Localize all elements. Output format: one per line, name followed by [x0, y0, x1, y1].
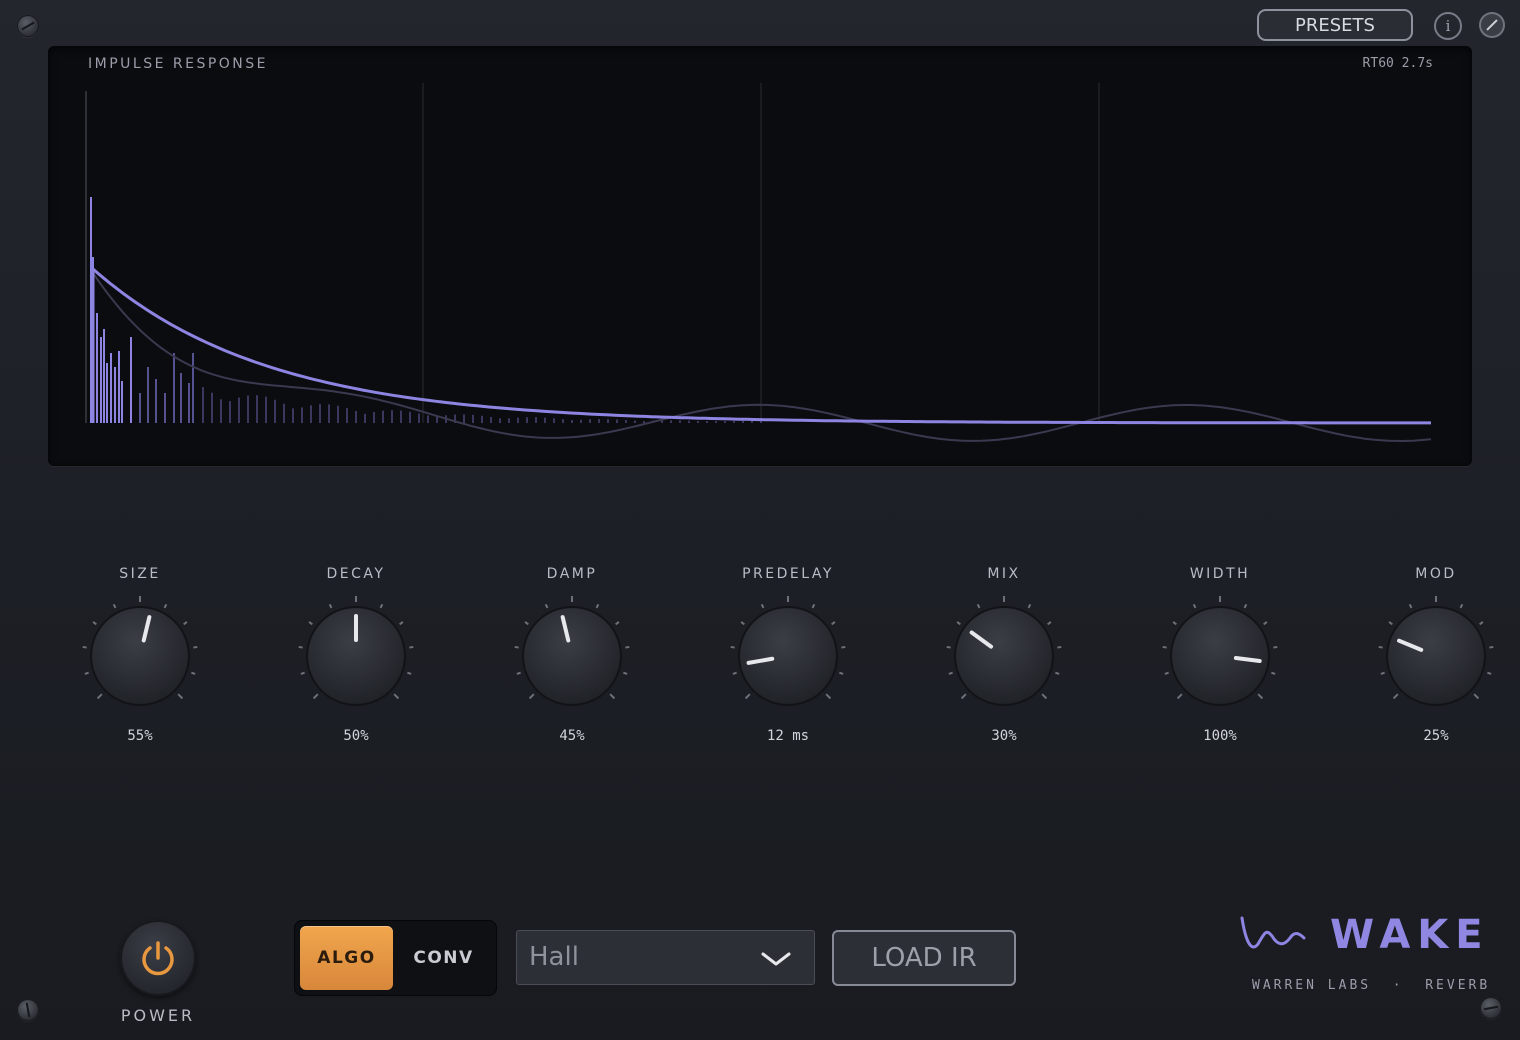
knob-value: 30% — [991, 728, 1017, 744]
mode-algo-button[interactable]: ALGO — [300, 926, 393, 990]
knob-width[interactable]: WIDTH 100% — [1140, 566, 1300, 756]
knob-dial[interactable] — [1376, 590, 1496, 722]
knob-label: MOD — [1415, 566, 1457, 582]
knob-label: DAMP — [546, 566, 598, 582]
knob-decay[interactable]: DECAY 50% — [276, 566, 436, 756]
impulse-response-display: IMPULSE RESPONSE RT60 2.7s — [48, 46, 1472, 466]
info-icon[interactable]: i — [1434, 12, 1462, 40]
knob-label: PREDELAY — [742, 566, 834, 582]
screw-bottom-left — [17, 999, 39, 1021]
knob-value: 50% — [343, 728, 369, 744]
knob-value: 45% — [559, 728, 585, 744]
brand-subtitle: WARREN LABS · REVERB — [1252, 978, 1491, 993]
screw-bottom-right — [1480, 997, 1502, 1019]
knob-value: 100% — [1203, 728, 1237, 744]
logo-wave-icon — [1240, 916, 1306, 949]
knob-dial[interactable] — [80, 590, 200, 722]
knob-dial[interactable] — [944, 590, 1064, 722]
load-ir-button[interactable]: LOAD IR — [832, 930, 1016, 986]
ir-select-value: Hall — [529, 942, 579, 972]
knob-mix[interactable]: MIX 30% — [924, 566, 1084, 756]
power-button[interactable] — [120, 920, 196, 996]
power-label: POWER — [120, 1006, 196, 1025]
knob-dial[interactable] — [512, 590, 632, 722]
knob-dial[interactable] — [296, 590, 416, 722]
mode-conv-button[interactable]: CONV — [397, 926, 490, 990]
edit-icon[interactable] — [1479, 12, 1505, 38]
knob-predelay[interactable]: PREDELAY 12 ms — [708, 566, 868, 756]
knob-label: MIX — [987, 566, 1021, 582]
knob-value: 12 ms — [766, 728, 810, 744]
impulse-response-graph — [85, 83, 1432, 443]
knob-mod[interactable]: MOD 25% — [1356, 566, 1516, 756]
knob-label: WIDTH — [1189, 566, 1251, 582]
knob-size[interactable]: SIZE 55% — [60, 566, 220, 756]
decay-envelope — [91, 265, 1431, 425]
presets-button[interactable]: PRESETS — [1257, 9, 1413, 41]
reflection-bars — [90, 197, 762, 423]
knob-dial[interactable] — [1160, 590, 1280, 722]
knob-value: 25% — [1423, 728, 1449, 744]
knob-dial[interactable] — [728, 590, 848, 722]
knob-label: SIZE — [119, 566, 161, 582]
knob-label: DECAY — [326, 566, 386, 582]
power-icon — [142, 941, 174, 976]
display-grid — [85, 83, 1100, 423]
screw-top-left — [17, 15, 39, 37]
knob-value: 55% — [127, 728, 153, 744]
chevron-down-icon — [761, 952, 791, 966]
mode-switch: ALGO CONV — [294, 920, 497, 996]
ir-type-select[interactable]: Hall — [516, 930, 815, 985]
brand-name: WAKE — [1330, 912, 1490, 958]
knob-damp[interactable]: DAMP 45% — [492, 566, 652, 756]
